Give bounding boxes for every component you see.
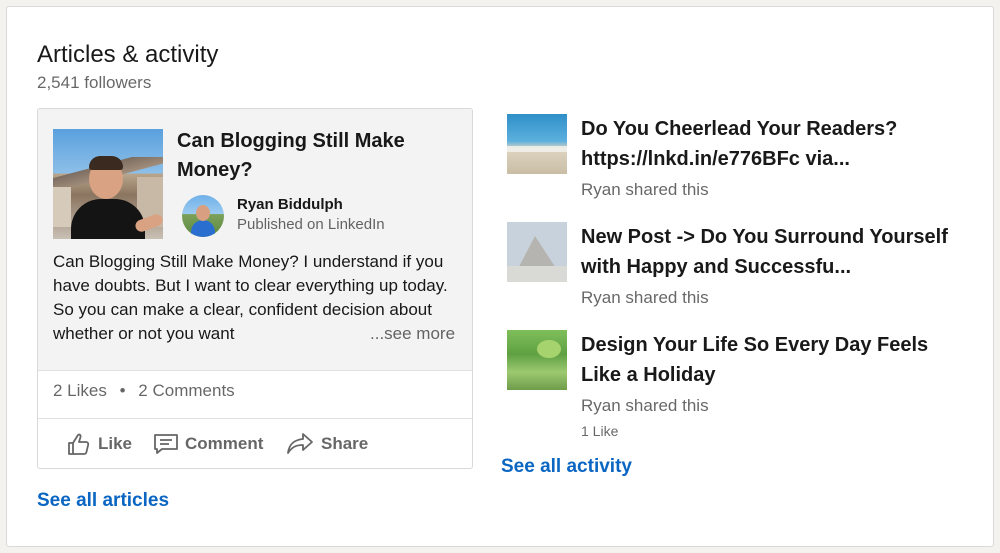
article-thumbnail[interactable] [53,129,163,239]
separator-dot: • [119,381,126,400]
followers-count[interactable]: 2,541 followers [37,73,151,93]
social-counts: 2 Likes • 2 Comments [53,381,235,401]
divider [38,418,472,419]
like-button[interactable]: Like [66,427,132,461]
article-title[interactable]: Can Blogging Still Make Money? [177,127,457,185]
activity-title[interactable]: New Post -> Do You Surround Yourself wit… [581,222,961,282]
likes-count[interactable]: 2 Likes [53,381,107,400]
activity-likes-count[interactable]: 1 Like [581,423,618,439]
like-label: Like [98,434,133,453]
share-button[interactable]: Share [285,427,368,461]
comments-count[interactable]: 2 Comments [138,381,234,400]
share-label: Share [321,434,369,453]
see-more-link[interactable]: ...see more [366,322,456,346]
section-title: Articles & activity [37,41,219,68]
activity-subtitle: Ryan shared this [581,288,709,307]
published-on-label: Published on LinkedIn [237,216,385,233]
author-avatar[interactable] [182,195,224,237]
see-all-articles-link[interactable]: See all articles [37,490,169,512]
featured-article-card[interactable]: Can Blogging Still Make Money? Ryan Bidd… [37,108,473,469]
thumbs-up-icon [68,433,90,455]
comment-label: Comment [185,434,264,453]
articles-activity-card: Articles & activity 2,541 followers Can … [6,6,994,547]
activity-title[interactable]: Design Your Life So Every Day Feels Like… [581,330,961,390]
comment-button[interactable]: Comment [153,427,263,461]
comment-icon [154,434,178,454]
activity-thumbnail[interactable] [507,330,567,390]
activity-thumbnail[interactable] [507,114,567,174]
author-name[interactable]: Ryan Biddulph [237,196,343,213]
activity-subtitle: Ryan shared this [581,396,709,415]
share-arrow-icon [287,433,313,454]
article-summary[interactable]: Can Blogging Still Make Money? Ryan Bidd… [38,109,472,370]
activity-subtitle: Ryan shared this [581,180,709,199]
activity-title[interactable]: Do You Cheerlead Your Readers? https://l… [581,114,961,174]
see-all-activity-link[interactable]: See all activity [501,456,632,478]
divider [38,370,472,371]
activity-thumbnail[interactable] [507,222,567,282]
